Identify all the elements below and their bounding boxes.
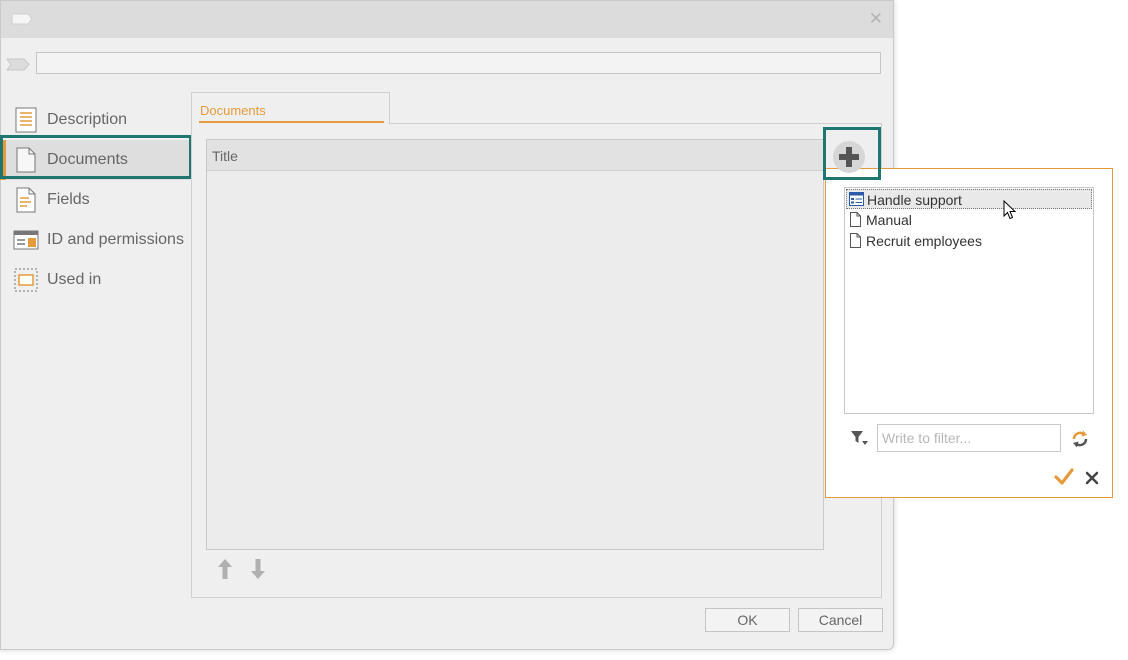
- tag-icon: [6, 58, 30, 71]
- titlebar-tag-icon: [11, 13, 33, 25]
- name-input[interactable]: [36, 52, 881, 74]
- document-fields-icon: [16, 187, 36, 213]
- nav-item-fields[interactable]: Fields: [0, 180, 190, 220]
- cancel-x-icon[interactable]: [1085, 471, 1099, 485]
- nav-item-id-and-permissions[interactable]: ID and permissions: [0, 220, 190, 260]
- ok-button[interactable]: OK: [705, 608, 790, 632]
- list-item-label: Recruit employees: [866, 233, 982, 249]
- column-title: Title: [212, 148, 238, 164]
- nav-item-used-in[interactable]: Used in: [0, 260, 190, 300]
- titlebar: ✕: [1, 1, 893, 38]
- nav-label: Documents: [47, 151, 128, 168]
- tab-label: Documents: [200, 103, 266, 118]
- plus-icon: [839, 147, 859, 167]
- tab-underline: [199, 121, 384, 123]
- nav-label: Description: [47, 111, 128, 128]
- used-in-icon: [14, 268, 38, 292]
- grid-header[interactable]: Title: [207, 140, 823, 171]
- cancel-button[interactable]: Cancel: [798, 608, 883, 632]
- refresh-icon[interactable]: [1070, 429, 1090, 449]
- list-item-label: Manual: [866, 212, 912, 228]
- nav-label: ID and permissions: [47, 231, 184, 248]
- add-document-button[interactable]: [833, 141, 865, 173]
- nav-label: Used in: [47, 271, 102, 288]
- filter-icon[interactable]: [850, 430, 868, 446]
- active-indicator: [0, 140, 6, 180]
- move-down-arrow-icon[interactable]: [248, 557, 268, 581]
- list-item[interactable]: Manual: [846, 210, 1092, 230]
- id-card-icon: [13, 230, 39, 250]
- form-icon: [849, 192, 864, 206]
- list-item[interactable]: Handle support: [846, 189, 1092, 209]
- nav-label: Fields: [47, 191, 90, 208]
- documents-grid: Title: [206, 139, 824, 550]
- document-icon: [850, 212, 861, 227]
- confirm-check-icon[interactable]: [1054, 468, 1074, 486]
- list-item-label: Handle support: [867, 192, 962, 208]
- document-list: Handle support Manual Recruit employees: [844, 187, 1094, 414]
- move-up-arrow-icon[interactable]: [215, 557, 235, 581]
- close-icon[interactable]: ✕: [869, 9, 883, 29]
- tab-documents[interactable]: Documents: [191, 92, 390, 124]
- document-icon: [16, 147, 36, 173]
- nav-item-documents[interactable]: Documents: [0, 140, 190, 180]
- document-icon: [850, 233, 861, 248]
- list-item[interactable]: Recruit employees: [846, 231, 1092, 251]
- filter-input[interactable]: [877, 424, 1061, 452]
- nav-item-description[interactable]: Description: [0, 100, 190, 140]
- document-lines-icon: [15, 107, 37, 133]
